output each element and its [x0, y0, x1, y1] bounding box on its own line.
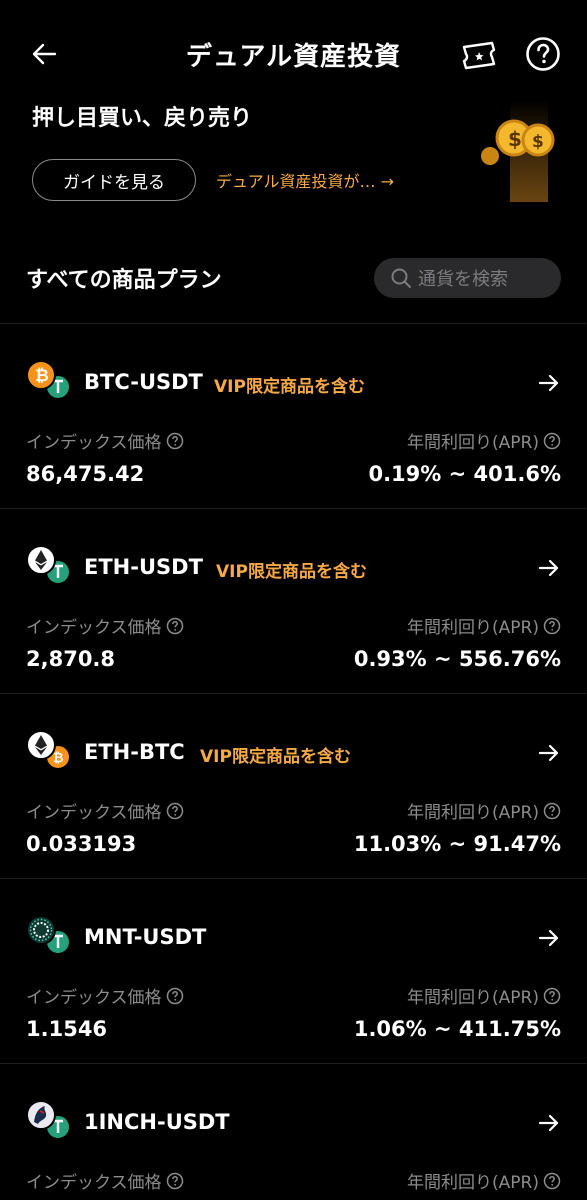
coupon-button[interactable]: [458, 38, 502, 74]
apr-label: 年間利回り(APR): [407, 1168, 561, 1193]
btc-usdt-pair-icon: ₿: [26, 360, 71, 400]
index-price-label-text: インデックス価格: [26, 988, 162, 1008]
apr-range-value: 0.19% ~ 401.6%: [368, 462, 561, 486]
index-price-value: 2,870.8: [26, 647, 116, 671]
apr-label-text: 年間利回り(APR): [407, 618, 539, 638]
search-icon: [391, 268, 411, 288]
index-price-value: 86,475.42: [26, 462, 145, 486]
mnt-usdt-pair-icon: [26, 915, 71, 955]
info-circle-icon[interactable]: [543, 617, 561, 635]
coins-illustration: $ $: [470, 96, 560, 204]
svg-text:₿: ₿: [35, 366, 49, 386]
index-price-label: インデックス価格: [26, 613, 184, 638]
index-price-value: 1.1546: [26, 1017, 108, 1041]
app-header: デュアル資産投資: [0, 0, 587, 100]
index-price-value: 0.033193: [26, 832, 137, 856]
info-circle-icon[interactable]: [543, 802, 561, 820]
apr-range-value: 11.03% ~ 91.47%: [353, 832, 561, 856]
info-circle-icon[interactable]: [543, 987, 561, 1005]
search-placeholder: 通貨を検索: [418, 269, 508, 290]
info-circle-icon[interactable]: [543, 432, 561, 450]
info-circle-icon[interactable]: [166, 802, 184, 820]
svg-text:$: $: [532, 132, 544, 152]
arrow-right-icon[interactable]: [538, 557, 560, 579]
arrow-right-icon[interactable]: [538, 372, 560, 394]
pair-name: ETH-USDT: [84, 555, 203, 579]
index-price-label-text: インデックス価格: [26, 618, 162, 638]
1inch-usdt-pair-icon: [26, 1100, 71, 1140]
product-item-btc-usdt[interactable]: ₿ BTC-USDT VIP限定商品を含む インデックス価格 年間利回り(APR…: [0, 324, 587, 509]
svg-text:$: $: [508, 127, 522, 151]
arrow-right-icon[interactable]: [538, 927, 560, 949]
apr-label-text: 年間利回り(APR): [407, 988, 539, 1008]
eth-btc-pair-icon: ₿: [26, 730, 71, 770]
index-price-label: インデックス価格: [26, 428, 184, 453]
index-price-label-text: インデックス価格: [26, 803, 162, 823]
banner-headline: 押し目買い、戻り売り: [32, 106, 253, 131]
apr-range-value: 0.93% ~ 556.76%: [353, 647, 561, 671]
pair-name: 1INCH-USDT: [84, 1110, 230, 1134]
eth-usdt-pair-icon: [26, 545, 71, 585]
guide-button[interactable]: ガイドを見る: [32, 159, 196, 201]
index-price-label-text: インデックス価格: [26, 433, 162, 453]
currency-search-input[interactable]: 通貨を検索: [374, 258, 561, 298]
dual-asset-screen: デュアル資産投資 押し目買い、戻り売り ガイドを見る デュアル資産投資が… →: [0, 0, 587, 1200]
pair-name: MNT-USDT: [84, 925, 207, 949]
vip-badge: VIP限定商品を含む: [214, 377, 365, 397]
apr-label-text: 年間利回り(APR): [407, 1173, 539, 1193]
info-circle-icon[interactable]: [166, 1172, 184, 1190]
index-price-label: インデックス価格: [26, 798, 184, 823]
pair-name: BTC-USDT: [84, 370, 203, 394]
product-item-mnt-usdt[interactable]: MNT-USDT インデックス価格 年間利回り(APR) 1.1546 1.06…: [0, 879, 587, 1064]
index-price-label: インデックス価格: [26, 1168, 184, 1193]
info-circle-icon[interactable]: [166, 617, 184, 635]
product-item-1inch-usdt[interactable]: 1INCH-USDT インデックス価格 年間利回り(APR): [0, 1064, 587, 1200]
apr-label-text: 年間利回り(APR): [407, 433, 539, 453]
apr-range-value: 1.06% ~ 411.75%: [353, 1017, 561, 1041]
arrow-right-icon[interactable]: [538, 1112, 560, 1134]
all-products-title: すべての商品プラン: [26, 268, 222, 293]
product-item-eth-usdt[interactable]: ETH-USDT VIP限定商品を含む インデックス価格 年間利回り(APR) …: [0, 509, 587, 694]
product-item-eth-btc[interactable]: ₿ ETH-BTC VIP限定商品を含む インデックス価格 年間利回り(APR)…: [0, 694, 587, 879]
product-list: ₿ BTC-USDT VIP限定商品を含む インデックス価格 年間利回り(APR…: [0, 324, 587, 1200]
apr-label: 年間利回り(APR): [407, 798, 561, 823]
help-button[interactable]: [523, 34, 563, 74]
info-circle-icon[interactable]: [543, 1172, 561, 1190]
apr-label: 年間利回り(APR): [407, 613, 561, 638]
info-circle-icon[interactable]: [166, 987, 184, 1005]
apr-label: 年間利回り(APR): [407, 428, 561, 453]
apr-label-text: 年間利回り(APR): [407, 803, 539, 823]
question-circle-icon: [526, 37, 560, 71]
coins-icon: $ $: [481, 100, 555, 202]
info-circle-icon[interactable]: [166, 432, 184, 450]
index-price-label-text: インデックス価格: [26, 1173, 162, 1193]
banner-link[interactable]: デュアル資産投資が… →: [216, 168, 394, 192]
arrow-right-icon[interactable]: [538, 742, 560, 764]
vip-badge: VIP限定商品を含む: [200, 747, 351, 767]
svg-text:₿: ₿: [53, 751, 64, 766]
coupon-ticket-icon: [462, 41, 496, 70]
vip-badge: VIP限定商品を含む: [216, 562, 367, 582]
pair-name: ETH-BTC: [84, 740, 185, 764]
apr-label: 年間利回り(APR): [407, 983, 561, 1008]
index-price-label: インデックス価格: [26, 983, 184, 1008]
